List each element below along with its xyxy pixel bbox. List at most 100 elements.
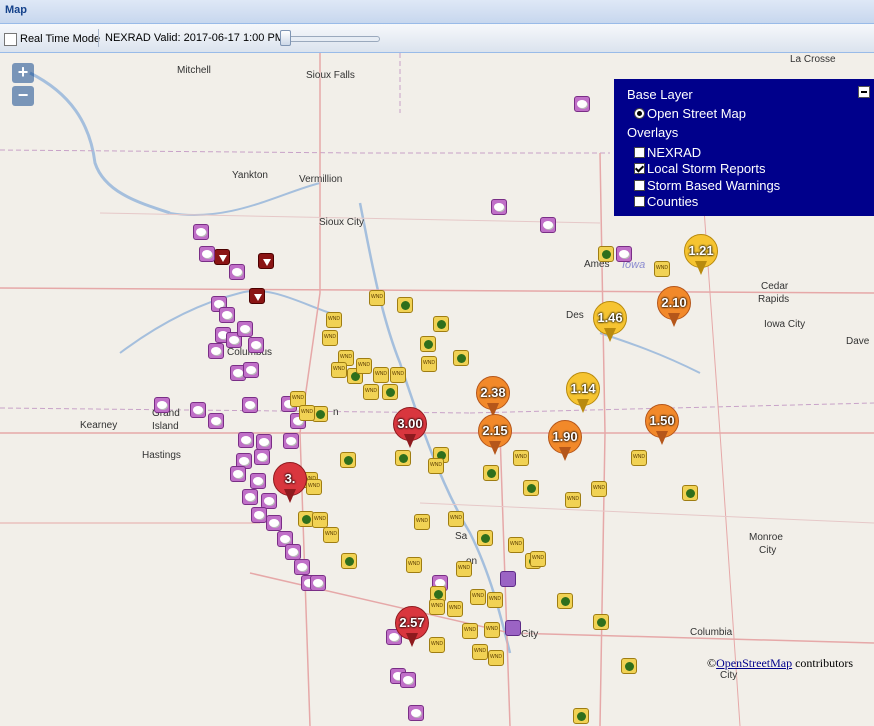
hail-report-marker[interactable] [154, 397, 170, 413]
rainfall-pin[interactable]: 1.14 [566, 372, 600, 413]
checkbox-icon[interactable] [634, 196, 645, 207]
rainfall-pin[interactable]: 3. [273, 462, 307, 503]
hail-report-marker[interactable] [266, 515, 282, 531]
realtime-checkbox[interactable] [4, 33, 17, 46]
hail-report-marker[interactable] [208, 413, 224, 429]
tstm-wind-damage-marker[interactable] [395, 450, 411, 466]
wind-report-marker[interactable] [462, 623, 478, 639]
hail-report-marker[interactable] [248, 337, 264, 353]
wind-report-marker[interactable] [421, 356, 437, 372]
osm-attribution-link[interactable]: OpenStreetMap [716, 656, 792, 670]
tstm-wind-damage-marker[interactable] [557, 593, 573, 609]
wind-report-marker[interactable] [487, 592, 503, 608]
hail-report-marker[interactable] [238, 432, 254, 448]
hail-report-marker[interactable] [229, 264, 245, 280]
wind-report-marker[interactable] [414, 514, 430, 530]
tstm-wind-damage-marker[interactable] [477, 530, 493, 546]
tstm-wind-damage-marker[interactable] [453, 350, 469, 366]
hail-report-marker[interactable] [208, 343, 224, 359]
wind-report-marker[interactable] [472, 644, 488, 660]
hail-report-marker[interactable] [242, 397, 258, 413]
hail-report-marker[interactable] [574, 96, 590, 112]
hail-report-marker[interactable] [616, 246, 632, 262]
hail-report-marker[interactable] [400, 672, 416, 688]
tstm-wind-damage-marker[interactable] [682, 485, 698, 501]
checkbox-icon[interactable] [634, 163, 645, 174]
tstm-wind-damage-marker[interactable] [341, 553, 357, 569]
tstm-wind-damage-marker[interactable] [340, 452, 356, 468]
wind-report-marker[interactable] [484, 622, 500, 638]
wind-report-marker[interactable] [299, 405, 315, 421]
overlay-nexrad[interactable]: NEXRAD [634, 145, 701, 160]
wind-report-marker[interactable] [369, 290, 385, 306]
tstm-wind-damage-marker[interactable] [573, 708, 589, 724]
tstm-wind-damage-marker[interactable] [397, 297, 413, 313]
hail-report-marker[interactable] [219, 307, 235, 323]
wind-report-marker[interactable] [591, 481, 607, 497]
wind-report-marker[interactable] [373, 367, 389, 383]
checkbox-icon[interactable] [634, 180, 645, 191]
hail-report-marker[interactable] [256, 434, 272, 450]
hail-report-marker[interactable] [193, 224, 209, 240]
wind-report-marker[interactable] [429, 637, 445, 653]
zoom-out-button[interactable]: − [12, 86, 34, 106]
checkbox-icon[interactable] [634, 147, 645, 158]
wind-report-marker[interactable] [470, 589, 486, 605]
overlay-local-storm-reports[interactable]: Local Storm Reports [634, 161, 766, 176]
rainfall-pin[interactable]: 1.90 [548, 420, 582, 461]
nexrad-slider-thumb[interactable] [280, 30, 291, 46]
wind-report-marker[interactable] [530, 551, 546, 567]
wind-report-marker[interactable] [323, 527, 339, 543]
rainfall-pin[interactable]: 2.57 [395, 606, 429, 647]
tstm-wind-damage-marker[interactable] [621, 658, 637, 674]
wind-report-marker[interactable] [363, 384, 379, 400]
tornado-report-marker[interactable] [214, 249, 230, 265]
tornado-report-marker[interactable] [249, 288, 265, 304]
other-report-marker[interactable] [500, 571, 516, 587]
tstm-wind-damage-marker[interactable] [483, 465, 499, 481]
rainfall-pin[interactable]: 1.21 [684, 234, 718, 275]
tstm-wind-damage-marker[interactable] [382, 384, 398, 400]
tstm-wind-damage-marker[interactable] [598, 246, 614, 262]
wind-report-marker[interactable] [322, 330, 338, 346]
hail-report-marker[interactable] [283, 433, 299, 449]
base-layer-osm[interactable]: Open Street Map [634, 106, 746, 121]
rainfall-pin[interactable]: 1.50 [645, 404, 679, 445]
nexrad-time-slider[interactable] [280, 36, 380, 42]
hail-report-marker[interactable] [285, 544, 301, 560]
wind-report-marker[interactable] [406, 557, 422, 573]
tornado-report-marker[interactable] [258, 253, 274, 269]
hail-report-marker[interactable] [310, 575, 326, 591]
wind-report-marker[interactable] [631, 450, 647, 466]
minimize-icon[interactable] [858, 86, 870, 98]
wind-report-marker[interactable] [428, 458, 444, 474]
wind-report-marker[interactable] [429, 599, 445, 615]
overlay-counties[interactable]: Counties [634, 194, 698, 209]
hail-report-marker[interactable] [190, 402, 206, 418]
wind-report-marker[interactable] [390, 367, 406, 383]
rainfall-pin[interactable]: 2.10 [657, 286, 691, 327]
rainfall-pin[interactable]: 1.46 [593, 301, 627, 342]
hail-report-marker[interactable] [540, 217, 556, 233]
wind-report-marker[interactable] [447, 601, 463, 617]
wind-report-marker[interactable] [508, 537, 524, 553]
hail-report-marker[interactable] [242, 489, 258, 505]
wind-report-marker[interactable] [448, 511, 464, 527]
other-report-marker[interactable] [505, 620, 521, 636]
radio-icon[interactable] [634, 108, 645, 119]
wind-report-marker[interactable] [513, 450, 529, 466]
wind-report-marker[interactable] [312, 512, 328, 528]
hail-report-marker[interactable] [250, 473, 266, 489]
overlay-storm-warnings[interactable]: Storm Based Warnings [634, 178, 780, 193]
zoom-in-button[interactable]: + [12, 63, 34, 83]
hail-report-marker[interactable] [408, 705, 424, 721]
wind-report-marker[interactable] [326, 312, 342, 328]
hail-report-marker[interactable] [230, 466, 246, 482]
hail-report-marker[interactable] [237, 321, 253, 337]
tstm-wind-damage-marker[interactable] [420, 336, 436, 352]
hail-report-marker[interactable] [294, 559, 310, 575]
hail-report-marker[interactable] [251, 507, 267, 523]
rainfall-pin[interactable]: 3.00 [393, 407, 427, 448]
wind-report-marker[interactable] [306, 479, 322, 495]
tstm-wind-damage-marker[interactable] [523, 480, 539, 496]
